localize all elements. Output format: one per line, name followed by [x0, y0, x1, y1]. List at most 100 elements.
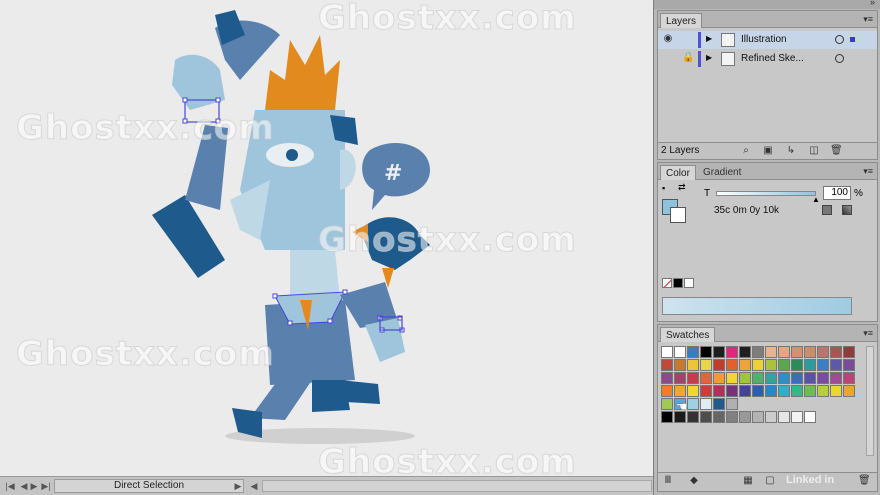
right-shoe[interactable] [340, 380, 380, 404]
swatch[interactable] [817, 346, 829, 358]
none-color-box[interactable] [662, 278, 672, 288]
swatch[interactable] [778, 385, 790, 397]
swatch[interactable] [739, 411, 751, 423]
swatch[interactable] [843, 385, 855, 397]
swatch-scrollbar[interactable] [866, 346, 874, 456]
make-clipping-mask-icon[interactable]: ▣ [762, 145, 774, 157]
stroke-swatch[interactable] [670, 207, 686, 223]
status-menu-arrow-icon[interactable]: ▶ [232, 480, 244, 492]
swatch[interactable] [687, 372, 699, 384]
layer-target-icon[interactable] [835, 35, 844, 44]
black-color-box[interactable] [673, 278, 683, 288]
swatch[interactable] [661, 398, 673, 410]
swatch[interactable] [713, 398, 725, 410]
swatch[interactable] [739, 346, 751, 358]
swatch[interactable] [687, 385, 699, 397]
swatch[interactable] [830, 385, 842, 397]
swatch[interactable] [674, 359, 686, 371]
tint-value-input[interactable]: 100 [823, 186, 851, 200]
swatch[interactable] [700, 398, 712, 410]
upper-raised-arm[interactable] [185, 125, 228, 210]
swatch[interactable] [700, 385, 712, 397]
swatch[interactable] [791, 359, 803, 371]
panel-menu-icon[interactable]: ▾≡ [863, 328, 873, 339]
last-artboard-icon[interactable]: ▶| [40, 480, 52, 492]
out-of-web-icon[interactable] [822, 205, 832, 215]
swatch[interactable] [739, 359, 751, 371]
swatch[interactable] [804, 359, 816, 371]
artboard-canvas[interactable]: # Ghostxx.com Ghostxx.com Ghostxx.com Gh… [0, 0, 653, 476]
swatch[interactable] [765, 385, 777, 397]
panel-menu-icon[interactable]: ▾≡ [863, 14, 873, 25]
swatch[interactable] [830, 359, 842, 371]
swatch[interactable] [713, 385, 725, 397]
swatch[interactable] [804, 346, 816, 358]
swatch[interactable] [830, 372, 842, 384]
expand-triangle-icon[interactable]: ▶ [706, 34, 712, 43]
swatch[interactable] [765, 346, 777, 358]
swatch[interactable] [700, 411, 712, 423]
swatch[interactable] [791, 346, 803, 358]
swatch[interactable] [726, 346, 738, 358]
new-sublayer-icon[interactable]: ↳ [785, 145, 797, 157]
trash-icon[interactable]: 🗑 [858, 475, 871, 487]
swatch[interactable] [843, 359, 855, 371]
tab-layers[interactable]: Layers [660, 13, 703, 28]
swatch[interactable] [752, 385, 764, 397]
swatch[interactable] [843, 346, 855, 358]
show-swatch-kinds-icon[interactable]: ◆ [688, 475, 700, 487]
layer-row-illustration[interactable]: ◉ ▶ Illustration [658, 31, 877, 49]
swatch[interactable] [804, 372, 816, 384]
swatch[interactable] [700, 346, 712, 358]
swatch[interactable] [739, 372, 751, 384]
swatch[interactable] [726, 385, 738, 397]
swatch[interactable] [752, 346, 764, 358]
layer-name[interactable]: Refined Ske... [741, 53, 804, 64]
swatch[interactable] [778, 372, 790, 384]
swatch[interactable] [726, 411, 738, 423]
swatch[interactable] [674, 372, 686, 384]
swatch[interactable] [661, 385, 673, 397]
swatch[interactable] [726, 372, 738, 384]
default-colors-icon[interactable]: ▪ [662, 183, 665, 193]
swatch[interactable] [765, 372, 777, 384]
swatch-folder-icon[interactable]: ▭ [661, 410, 670, 421]
swatch[interactable] [778, 346, 790, 358]
trash-icon[interactable]: 🗑 [830, 145, 843, 157]
swatch[interactable] [713, 359, 725, 371]
swatch[interactable] [752, 411, 764, 423]
swatch[interactable] [791, 411, 803, 423]
horizontal-scrollbar[interactable] [262, 480, 652, 492]
swatch[interactable] [726, 359, 738, 371]
panel-menu-icon[interactable]: ▾≡ [863, 166, 873, 177]
collapse-dock-icon[interactable]: » [870, 0, 875, 7]
swatch[interactable] [661, 372, 673, 384]
search-icon[interactable]: ⌕ [740, 145, 752, 157]
swatch[interactable] [817, 372, 829, 384]
layer-target-icon[interactable] [835, 54, 844, 63]
swatch[interactable] [687, 359, 699, 371]
swatch[interactable] [674, 346, 686, 358]
swatch[interactable] [739, 385, 751, 397]
swatch[interactable] [687, 411, 699, 423]
character-illustration[interactable]: # [0, 0, 653, 476]
swatch[interactable] [713, 346, 725, 358]
swatch[interactable] [700, 372, 712, 384]
scroll-left-icon[interactable]: ◀ [248, 480, 260, 492]
swatch[interactable] [752, 372, 764, 384]
new-layer-icon[interactable]: ◫ [808, 145, 820, 157]
swatch[interactable] [804, 411, 816, 423]
swatch[interactable] [830, 346, 842, 358]
swatch[interactable] [765, 411, 777, 423]
swatch[interactable] [674, 385, 686, 397]
new-color-group-icon[interactable]: ▢ [764, 475, 776, 487]
swatch-grid[interactable] [661, 346, 855, 446]
swatch[interactable] [843, 372, 855, 384]
out-of-gamut-icon[interactable] [842, 205, 852, 215]
tab-swatches[interactable]: Swatches [660, 327, 716, 342]
tint-slider-handle[interactable]: ▲ [812, 195, 820, 204]
swatch[interactable] [804, 385, 816, 397]
swatch[interactable] [687, 398, 699, 410]
tint-slider[interactable] [716, 191, 816, 196]
swatch[interactable] [791, 385, 803, 397]
